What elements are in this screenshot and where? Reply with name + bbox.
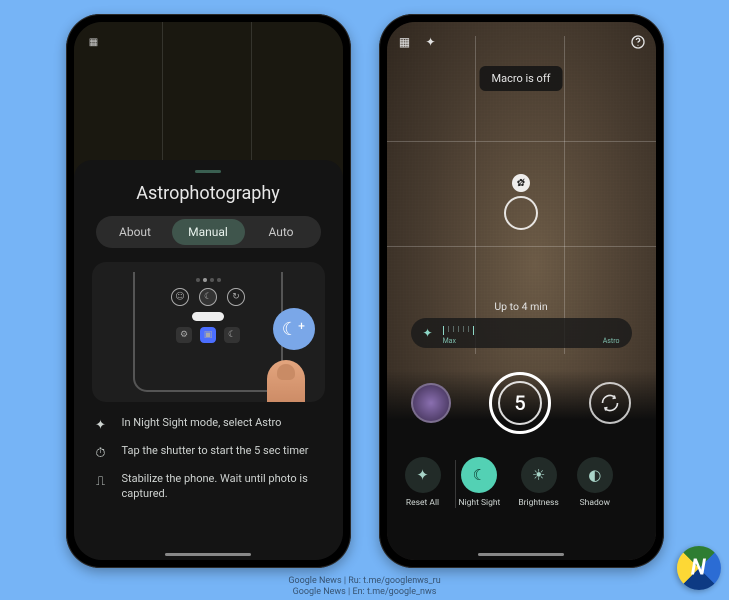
moon-icon: ☾ xyxy=(461,457,497,493)
home-indicator[interactable] xyxy=(165,553,251,556)
exposure-slider-group: Up to 4 min ✦ Max Astro xyxy=(411,300,632,348)
credit-line: Google News | Ru: t.me/googlenws_ru xyxy=(0,576,729,587)
phone-left: ▦ Astrophotography About Manual Auto ☺ ☾ xyxy=(66,14,351,568)
page-dots-icon xyxy=(196,278,221,282)
tab-auto[interactable]: Auto xyxy=(245,219,318,245)
slider-illustration xyxy=(192,312,224,321)
brightness-icon: ☀ xyxy=(521,457,557,493)
exposure-label: Up to 4 min xyxy=(494,300,547,313)
sparkle-icon[interactable]: ✦ xyxy=(423,34,439,50)
image-credits: Google News | Ru: t.me/googlenws_ru Goog… xyxy=(0,576,729,598)
tip-list: ✦ In Night Sight mode, select Astro ⏱ Ta… xyxy=(88,416,329,502)
macro-off-icon: ✿̸ xyxy=(512,174,530,192)
astro-info-panel: Astrophotography About Manual Auto ☺ ☾ ↻ xyxy=(74,160,343,560)
face-icon: ☺ xyxy=(171,288,189,306)
camera-icon: ▣ xyxy=(200,327,216,343)
slider-min-label: Max xyxy=(443,337,456,345)
flip-camera-button[interactable] xyxy=(589,382,631,424)
flip-camera-icon xyxy=(600,393,620,413)
top-toolbar: ▦ ✦ xyxy=(397,32,646,52)
tip-text: Stabilize the phone. Wait until photo is… xyxy=(122,472,325,502)
tripod-icon: ⎍ xyxy=(92,472,110,490)
gallery-thumbnail[interactable] xyxy=(411,383,451,423)
countdown-value: 5 xyxy=(514,391,525,415)
tutorial-illustration: ☺ ☾ ↻ ⚙ ▣ ☾ ☾⁺ xyxy=(92,262,325,402)
control-label: Brightness xyxy=(518,498,558,508)
control-label: Shadow xyxy=(580,498,610,508)
control-reset-all[interactable]: ✦ Reset All xyxy=(405,457,441,508)
sparkle-icon: ✦ xyxy=(423,326,433,340)
sparkle-icon: ✦ xyxy=(92,416,110,434)
tab-about[interactable]: About xyxy=(99,219,172,245)
tip-text: In Night Sight mode, select Astro xyxy=(122,416,282,431)
phone-right: ▦ ✦ Macro is off ✿̸ Up to 4 min ✦ xyxy=(379,14,664,568)
control-brightness[interactable]: ☀ Brightness xyxy=(518,457,558,508)
help-icon[interactable] xyxy=(630,34,646,50)
panel-title: Astrophotography xyxy=(88,183,329,204)
sparkle-reset-icon: ✦ xyxy=(405,457,441,493)
slider-max-label: Astro xyxy=(603,337,620,345)
control-label: Night Sight xyxy=(459,498,501,508)
screen-left: ▦ Astrophotography About Manual Auto ☺ ☾ xyxy=(74,22,343,560)
tip-text: Tap the shutter to start the 5 sec timer xyxy=(122,444,309,459)
tab-manual[interactable]: Manual xyxy=(172,219,245,245)
focus-ring-icon[interactable] xyxy=(504,196,538,230)
focus-indicator: ✿̸ xyxy=(504,174,538,230)
tab-segment: About Manual Auto xyxy=(96,216,321,248)
screen-right: ▦ ✦ Macro is off ✿̸ Up to 4 min ✦ xyxy=(387,22,656,560)
control-label: Reset All xyxy=(406,498,439,508)
control-shadow[interactable]: ◐ Shadow xyxy=(577,457,613,508)
finger-illustration xyxy=(267,360,305,402)
tip-item: ⎍ Stabilize the phone. Wait until photo … xyxy=(92,472,325,502)
moon-icon: ☾ xyxy=(224,327,240,343)
refresh-icon: ↻ xyxy=(227,288,245,306)
shutter-row: 5 xyxy=(387,370,656,436)
home-indicator[interactable] xyxy=(478,553,564,556)
settings-icon[interactable]: ▦ xyxy=(397,34,413,50)
drag-handle[interactable] xyxy=(195,170,221,173)
gear-icon: ⚙ xyxy=(176,327,192,343)
tip-item: ⏱ Tap the shutter to start the 5 sec tim… xyxy=(92,444,325,462)
quick-controls-row[interactable]: ✦ Reset All ☾ Night Sight ☀ Brightness ◐… xyxy=(387,450,656,514)
contrast-icon: ◐ xyxy=(577,457,613,493)
viewfinder-preview: ▦ xyxy=(74,22,343,182)
frame-badge-icon: ▦ xyxy=(86,34,102,50)
exposure-slider[interactable]: ✦ Max Astro xyxy=(411,318,632,348)
shutter-button[interactable]: 5 xyxy=(489,372,551,434)
control-night-sight[interactable]: ☾ Night Sight xyxy=(459,457,501,508)
timer-icon: ⏱ xyxy=(92,444,110,462)
moon-icon: ☾ xyxy=(199,288,217,306)
credit-line: Google News | En: t.me/google_nws xyxy=(0,587,729,598)
astro-fab-icon: ☾⁺ xyxy=(273,308,315,350)
toast-message: Macro is off xyxy=(480,66,563,91)
tip-item: ✦ In Night Sight mode, select Astro xyxy=(92,416,325,434)
